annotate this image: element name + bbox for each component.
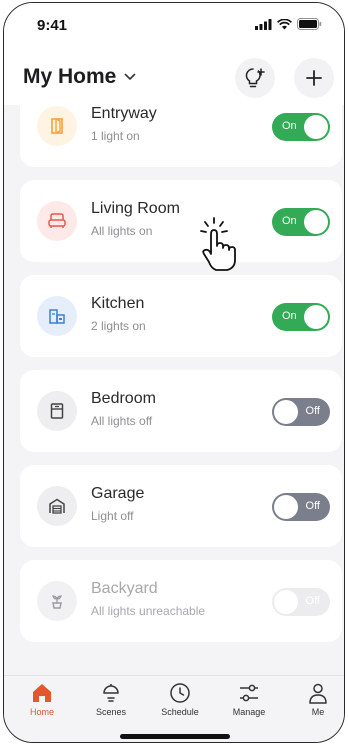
toggle-knob xyxy=(274,400,298,424)
page-title: My Home xyxy=(23,65,117,88)
room-status: All lights unreachable xyxy=(91,604,206,618)
sofa-icon xyxy=(48,213,66,228)
toggle-label: On xyxy=(282,120,297,132)
room-name: Backyard xyxy=(91,580,158,597)
room-card-living-room[interactable]: Living Room All lights on On xyxy=(20,180,342,262)
room-list[interactable]: Entryway 1 light on On Living Room All l… xyxy=(4,105,344,675)
room-status: All lights off xyxy=(91,414,153,428)
tab-manage[interactable]: Manage xyxy=(219,682,279,717)
room-card-entryway[interactable]: Entryway 1 light on On xyxy=(20,105,342,167)
tab-label: Home xyxy=(29,707,54,717)
home-selector[interactable]: My Home xyxy=(23,65,136,89)
room-card-bedroom[interactable]: Bedroom All lights off Off xyxy=(20,370,342,452)
wardrobe-icon xyxy=(50,403,64,419)
header: My Home xyxy=(4,47,344,105)
kitchen-icon xyxy=(49,309,65,324)
toggle-knob xyxy=(274,495,298,519)
room-icon-wrap xyxy=(37,296,77,336)
tab-schedule[interactable]: Schedule xyxy=(150,682,210,717)
lightbulb-plus-icon xyxy=(245,68,265,88)
room-toggle[interactable]: On xyxy=(272,303,330,331)
room-name: Entryway xyxy=(91,105,157,122)
tab-label: Scenes xyxy=(95,707,127,717)
room-toggle: Off xyxy=(272,588,330,616)
signal-icon xyxy=(255,18,272,30)
room-status: All lights on xyxy=(91,224,153,238)
tab-me[interactable]: Me xyxy=(288,682,344,717)
room-status: Light off xyxy=(91,509,134,523)
room-icon-wrap xyxy=(37,106,77,146)
toggle-knob xyxy=(304,305,328,329)
room-icon-wrap xyxy=(37,391,77,431)
tab-home[interactable]: Home xyxy=(12,682,72,717)
tap-hand-icon xyxy=(200,217,236,271)
toggle-label: Off xyxy=(305,405,320,417)
home-indicator xyxy=(120,734,230,739)
status-time: 9:41 xyxy=(37,17,68,34)
chevron-down-icon xyxy=(125,73,136,81)
room-name: Bedroom xyxy=(91,390,156,407)
toggle-label: Off xyxy=(305,595,320,607)
toggle-knob xyxy=(304,115,328,139)
room-name: Kitchen xyxy=(91,295,145,312)
room-card-backyard[interactable]: Backyard All lights unreachable Off xyxy=(20,560,342,642)
tab-label: Schedule xyxy=(161,707,199,717)
sliders-icon xyxy=(240,684,258,702)
room-toggle[interactable]: Off xyxy=(272,398,330,426)
toggle-label: On xyxy=(282,215,297,227)
battery-icon xyxy=(297,18,322,30)
room-card-garage[interactable]: Garage Light off Off xyxy=(20,465,342,547)
room-icon-wrap xyxy=(37,581,77,621)
room-toggle[interactable]: Off xyxy=(272,493,330,521)
toggle-knob xyxy=(304,210,328,234)
person-icon xyxy=(309,683,327,704)
room-status: 2 lights on xyxy=(91,319,146,333)
room-icon-wrap xyxy=(37,486,77,526)
home-icon xyxy=(33,684,51,702)
toggle-label: Off xyxy=(305,500,320,512)
plant-icon xyxy=(52,595,62,609)
add-light-button[interactable] xyxy=(235,58,275,98)
plus-icon xyxy=(306,70,322,86)
toggle-label: On xyxy=(282,310,297,322)
lamp-icon xyxy=(103,684,119,702)
tab-bar: Home Scenes Schedule Manage Me xyxy=(4,675,344,742)
room-name: Living Room xyxy=(91,200,180,217)
room-status: 1 light on xyxy=(91,129,140,143)
status-icons xyxy=(255,18,322,30)
add-button[interactable] xyxy=(294,58,334,98)
tab-label: Manage xyxy=(232,707,266,717)
tab-scenes[interactable]: Scenes xyxy=(81,682,141,717)
clock-icon xyxy=(170,683,190,703)
room-toggle[interactable]: On xyxy=(272,208,330,236)
room-toggle[interactable]: On xyxy=(272,113,330,141)
door-icon xyxy=(51,118,63,134)
room-icon-wrap xyxy=(37,201,77,241)
phone-frame: 9:41 My Home Entryway 1 light on On Livi… xyxy=(3,2,345,743)
toggle-knob xyxy=(274,590,298,614)
status-bar: 9:41 xyxy=(4,3,344,47)
tab-label: Me xyxy=(311,707,325,717)
room-card-kitchen[interactable]: Kitchen 2 lights on On xyxy=(20,275,342,357)
wifi-icon xyxy=(277,18,292,29)
room-name: Garage xyxy=(91,485,145,502)
garage-icon xyxy=(49,498,65,514)
